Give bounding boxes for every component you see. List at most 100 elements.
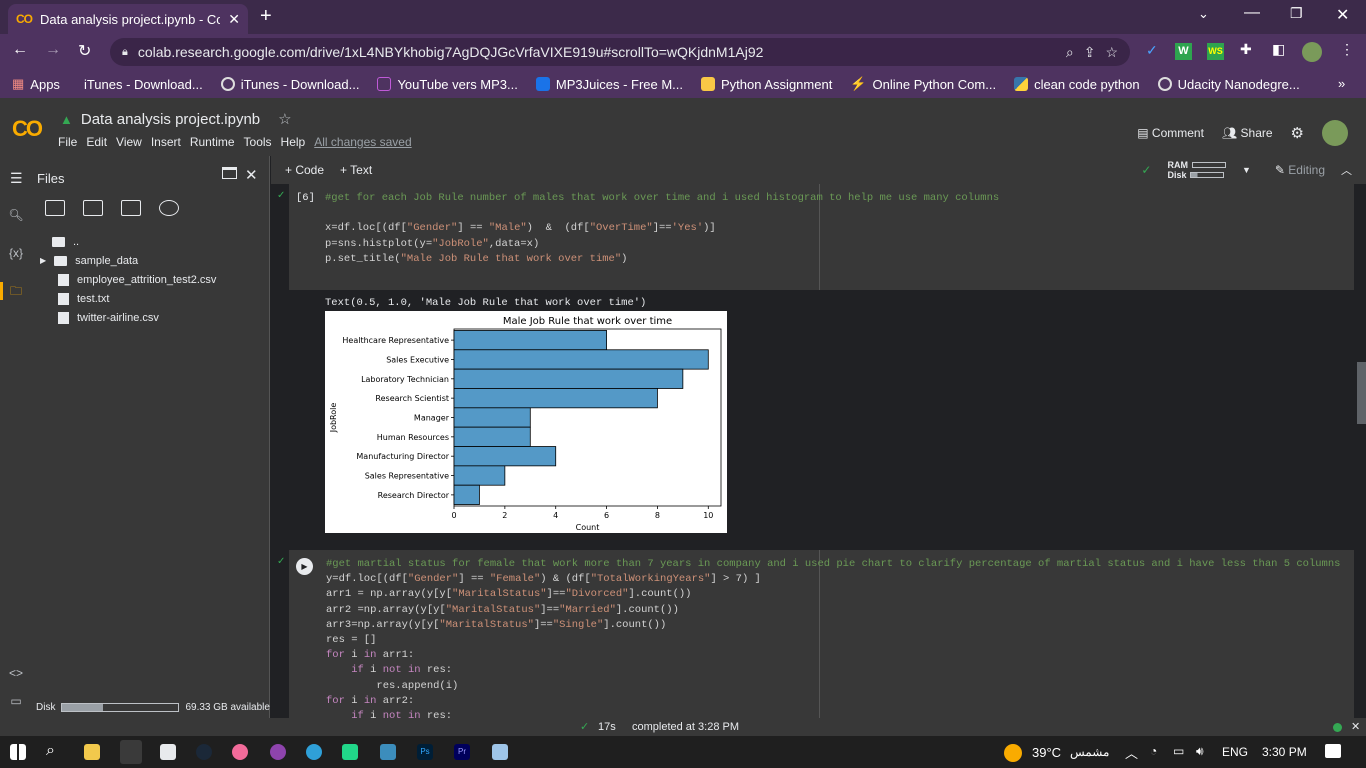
file-item-sample-data[interactable]: ▶ sample_data <box>40 251 216 270</box>
expand-arrow-icon[interactable]: ▶ <box>40 256 46 265</box>
forward-icon[interactable]: → <box>45 41 61 59</box>
file-item-employee-csv[interactable]: employee_attrition_test2.csv <box>40 270 216 289</box>
itunes-icon[interactable] <box>232 744 248 760</box>
menu-view[interactable]: View <box>116 135 142 149</box>
settings-gear-icon[interactable]: ⚙ <box>1291 124 1304 142</box>
tray-chevron-icon[interactable]: ︿ <box>1125 743 1138 762</box>
photoshop-icon[interactable]: Ps <box>417 744 433 760</box>
code-cell-6[interactable]: ✓ [6] #get for each Job Rule number of m… <box>277 184 1354 290</box>
app-icon[interactable] <box>380 744 396 760</box>
star-icon[interactable]: ☆ <box>278 110 291 128</box>
windows-start-icon[interactable] <box>10 744 26 760</box>
steam-icon[interactable] <box>196 744 212 760</box>
hamburger-menu-icon[interactable]: ☰ <box>10 170 23 187</box>
side-panel-icon[interactable]: ◧ <box>1272 41 1285 58</box>
tab-search-icon[interactable]: ⌄ <box>1198 6 1209 22</box>
chrome-icon[interactable] <box>120 740 142 764</box>
check-extension-icon[interactable]: ✓ <box>1146 42 1158 59</box>
upload-icon[interactable] <box>45 200 65 216</box>
profile-avatar[interactable] <box>1302 42 1322 62</box>
media-player-icon[interactable] <box>270 744 286 760</box>
notebook-title[interactable]: Data analysis project.ipynb <box>81 111 260 128</box>
browser-menu-icon[interactable]: ⋮ <box>1340 41 1354 58</box>
run-cell-button[interactable]: ▶ <box>296 558 313 575</box>
address-bar[interactable]: 🔒︎ colab.research.google.com/drive/1xL4N… <box>110 38 1130 66</box>
account-avatar[interactable] <box>1322 120 1348 146</box>
share-button[interactable]: 👥︎ Share <box>1222 126 1273 140</box>
extensions-puzzle-icon[interactable]: ✚ <box>1240 41 1252 58</box>
collapse-header-icon[interactable]: ︿ <box>1341 162 1352 178</box>
open-in-tab-icon[interactable] <box>222 167 237 179</box>
colab-logo[interactable]: CO <box>12 116 43 142</box>
mount-drive-icon[interactable] <box>121 200 141 216</box>
close-status-icon[interactable]: ✕ <box>1351 720 1360 733</box>
edge-icon[interactable] <box>306 744 322 760</box>
language-indicator[interactable]: ENG <box>1222 745 1248 759</box>
editing-mode-button[interactable]: ✎ Editing <box>1275 163 1325 177</box>
hide-files-icon[interactable] <box>159 200 179 216</box>
bookmark-mp3juices[interactable]: MP3Juices - Free M... <box>535 77 683 92</box>
premiere-icon[interactable]: Pr <box>454 744 470 760</box>
weather-sun-icon[interactable] <box>1004 744 1022 762</box>
bookmark-udacity[interactable]: Udacity Nanodegre... <box>1157 77 1300 92</box>
bookmark-clean-code[interactable]: clean code python <box>1014 77 1140 92</box>
resources-dropdown-icon[interactable]: ▼ <box>1242 165 1251 175</box>
save-status[interactable]: All changes saved <box>314 135 411 149</box>
notifications-icon[interactable] <box>1325 744 1341 758</box>
weather-temp[interactable]: 39°C <box>1032 745 1061 760</box>
clock[interactable]: 3:30 PM <box>1262 745 1307 759</box>
bookmark-online-python[interactable]: ⚡ Online Python Com... <box>850 76 996 92</box>
menu-file[interactable]: File <box>58 135 77 149</box>
close-window-icon[interactable]: ✕ <box>1336 5 1349 25</box>
variables-icon[interactable]: {x} <box>8 246 24 260</box>
new-folder-icon[interactable] <box>83 200 103 216</box>
bookmark-star-icon[interactable]: ☆ <box>1105 44 1118 61</box>
new-tab-icon[interactable]: + <box>260 5 272 28</box>
folder-icon[interactable] <box>0 282 3 300</box>
browser-tab[interactable]: CO Data analysis project.ipynb - Cola ✕ <box>8 4 248 34</box>
menu-insert[interactable]: Insert <box>151 135 181 149</box>
code-editor[interactable]: #get for each Job Rule number of males t… <box>325 191 999 267</box>
comment-button[interactable]: ▤ Comment <box>1137 126 1204 140</box>
bookmark-itunes-1[interactable]: iTunes - Download... <box>78 77 203 92</box>
code-editor[interactable]: #get martial status for female that work… <box>326 557 1340 718</box>
menu-runtime[interactable]: Runtime <box>190 135 235 149</box>
search-icon[interactable]: ⌕ <box>46 742 55 760</box>
reload-icon[interactable]: ↻ <box>78 41 91 61</box>
w-extension-icon[interactable]: W <box>1175 43 1192 60</box>
file-explorer-icon[interactable] <box>84 744 100 760</box>
bookmark-python-assignment[interactable]: Python Assignment <box>701 77 832 92</box>
search-icon[interactable]: 🔍︎ <box>8 208 24 222</box>
add-text-button[interactable]: + Text <box>340 163 372 177</box>
menu-tools[interactable]: Tools <box>244 135 272 149</box>
notes-icon[interactable] <box>492 744 508 760</box>
pycharm-icon[interactable] <box>342 744 358 760</box>
file-item-parent[interactable]: .. <box>40 232 216 251</box>
add-code-button[interactable]: + Code <box>285 163 324 177</box>
ws-extension-icon[interactable]: WS <box>1207 43 1224 60</box>
bookmark-apps[interactable]: ▦ Apps <box>12 76 60 92</box>
wifi-icon[interactable]: ◔ <box>1150 744 1157 758</box>
resources-indicator[interactable]: RAM Disk <box>1167 160 1226 180</box>
files-folder-icon[interactable]: 🗀 <box>8 282 24 303</box>
bookmark-itunes-2[interactable]: iTunes - Download... <box>220 77 359 92</box>
zoom-icon[interactable]: ⌕ <box>1066 44 1074 61</box>
minimize-icon[interactable]: — <box>1244 4 1260 22</box>
notepad-icon[interactable] <box>160 744 176 760</box>
bookmark-youtube-mp3[interactable]: YouTube vers MP3... <box>377 77 518 92</box>
volume-icon[interactable]: 🔊︎ <box>1196 744 1204 759</box>
close-panel-icon[interactable]: ✕ <box>245 166 258 184</box>
scrollbar-thumb[interactable] <box>1357 362 1366 424</box>
close-tab-icon[interactable]: ✕ <box>228 11 240 28</box>
menu-edit[interactable]: Edit <box>86 135 107 149</box>
terminal-icon[interactable]: ▭ <box>8 694 24 708</box>
file-item-twitter-csv[interactable]: twitter-airline.csv <box>40 308 216 327</box>
file-item-test-txt[interactable]: test.txt <box>40 289 216 308</box>
menu-help[interactable]: Help <box>281 135 306 149</box>
code-cell-pie[interactable]: ✓ ▶ #get martial status for female that … <box>277 550 1354 718</box>
battery-icon[interactable]: ▭ <box>1173 744 1184 758</box>
back-icon[interactable]: ← <box>12 41 28 59</box>
share-page-icon[interactable]: ⇪ <box>1084 44 1096 61</box>
code-snippets-icon[interactable]: <> <box>8 666 24 680</box>
restore-icon[interactable]: ❐ <box>1290 5 1303 22</box>
